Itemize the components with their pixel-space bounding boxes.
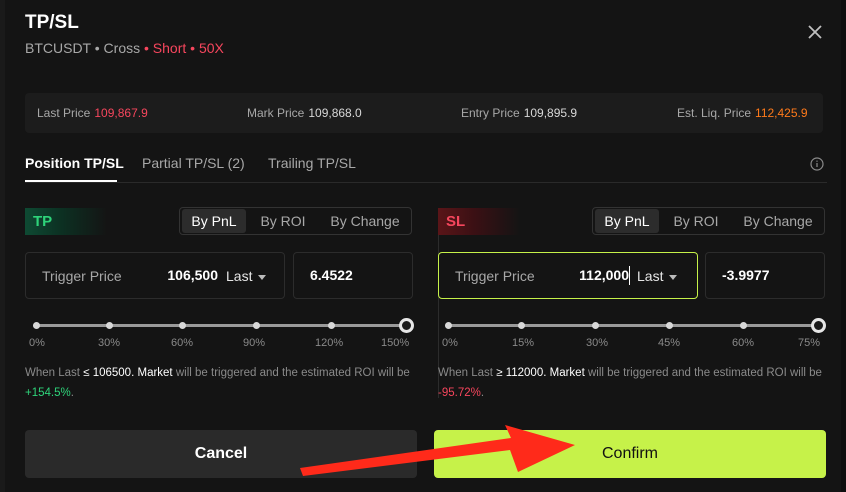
sl-slider-dot	[666, 322, 673, 329]
tp-slider-dot	[253, 322, 260, 329]
tpsl-dialog: TP/SL BTCUSDT • Cross • Short • 50X Last…	[5, 0, 841, 492]
entry-price-value: 109,895.9	[523, 106, 578, 120]
tab-partial-tpsl[interactable]: Partial TP/SL (2)	[142, 155, 245, 171]
tp-slider-thumb[interactable]	[399, 318, 414, 333]
tp-estimated-roi: +154.5%	[25, 387, 71, 399]
tp-slider[interactable]	[33, 318, 415, 334]
last-price-value: 109,867.9	[94, 106, 148, 120]
info-icon[interactable]	[810, 157, 824, 171]
tp-badge: TP	[25, 208, 107, 235]
last-price: Last Price 109,867.9	[37, 106, 148, 120]
chevron-down-icon	[258, 274, 267, 280]
active-tab-indicator	[25, 180, 117, 182]
sl-trigger-value[interactable]: 112,000	[567, 267, 629, 283]
tp-trigger-value[interactable]: 106,500	[156, 267, 218, 283]
mark-price: Mark Price 109,868.0	[247, 106, 362, 120]
sl-slider-track	[445, 324, 819, 327]
cancel-button[interactable]: Cancel	[25, 430, 417, 478]
tp-mode-by-change[interactable]: By Change	[320, 209, 410, 233]
close-icon[interactable]	[805, 22, 825, 42]
position-side: Short	[152, 40, 187, 56]
tp-trigger-note: When Last ≤ 106500. Market will be trigg…	[25, 367, 410, 399]
sl-estimated-roi: -95.72%	[438, 387, 481, 399]
tp-slider-dot	[33, 322, 40, 329]
sl-slider[interactable]	[445, 318, 827, 334]
tp-slider-dot	[106, 322, 113, 329]
leverage: 50X	[198, 40, 224, 56]
separator: •	[144, 40, 149, 56]
symbol: BTCUSDT	[25, 40, 91, 56]
mark-price-value: 109,868.0	[308, 106, 362, 120]
tp-slider-dot	[328, 322, 335, 329]
sl-price-type-select[interactable]: Last	[637, 268, 678, 284]
text-cursor	[629, 266, 630, 285]
sl-badge: SL	[438, 208, 520, 235]
tp-slider-ticks: 0% 30% 60% 90% 120% 150%	[29, 337, 410, 349]
sl-slider-dot	[592, 322, 599, 329]
position-summary: BTCUSDT • Cross • Short • 50X	[25, 40, 224, 56]
tp-pnl-input[interactable]: 6.4522	[293, 252, 413, 299]
sl-mode-by-pnl[interactable]: By PnL	[595, 209, 659, 233]
sl-mode-selector: By PnL By ROI By Change	[592, 207, 825, 235]
tp-slider-dot	[179, 322, 186, 329]
liq-price-value: 112,425.9	[755, 106, 808, 120]
tp-trigger-price-input[interactable]: Trigger Price 106,500 Last	[25, 252, 285, 299]
confirm-button[interactable]: Confirm	[434, 430, 826, 478]
tab-trailing-tpsl[interactable]: Trailing TP/SL	[268, 155, 356, 171]
sl-trigger-note: When Last ≥ 112000. Market will be trigg…	[438, 367, 822, 399]
sl-slider-dot	[445, 322, 452, 329]
margin-mode: Cross	[103, 40, 141, 56]
price-summary-bar: Last Price 109,867.9 Mark Price 109,868.0 …	[25, 93, 823, 133]
tab-position-tpsl[interactable]: Position TP/SL	[25, 155, 124, 171]
sl-slider-thumb[interactable]	[811, 318, 826, 333]
tp-mode-selector: By PnL By ROI By Change	[179, 207, 412, 235]
dialog-title: TP/SL	[25, 12, 79, 33]
sl-slider-ticks: 0% 15% 30% 45% 60% 75%	[442, 337, 821, 349]
sl-slider-dot	[518, 322, 525, 329]
separator: •	[190, 40, 196, 56]
liq-price: Est. Liq. Price 112,425.9	[677, 106, 808, 120]
tp-slider-track	[33, 324, 407, 327]
sl-slider-dot	[740, 322, 747, 329]
entry-price: Entry Price 109,895.9	[461, 106, 578, 120]
tp-mode-by-pnl[interactable]: By PnL	[182, 209, 246, 233]
sl-trigger-price-input[interactable]: Trigger Price 112,000 Last	[438, 252, 698, 299]
sl-mode-by-roi[interactable]: By ROI	[663, 209, 729, 233]
tp-trigger-label: Trigger Price	[42, 268, 122, 284]
tpsl-tabs: Position TP/SL Partial TP/SL (2) Trailin…	[25, 153, 827, 183]
separator: •	[94, 40, 100, 56]
sl-pnl-input[interactable]: -3.9977	[705, 252, 825, 299]
chevron-down-icon	[669, 274, 678, 280]
sl-mode-by-change[interactable]: By Change	[733, 209, 823, 233]
tp-price-type-select[interactable]: Last	[226, 268, 267, 284]
tp-mode-by-roi[interactable]: By ROI	[250, 209, 316, 233]
sl-trigger-label: Trigger Price	[455, 268, 535, 284]
